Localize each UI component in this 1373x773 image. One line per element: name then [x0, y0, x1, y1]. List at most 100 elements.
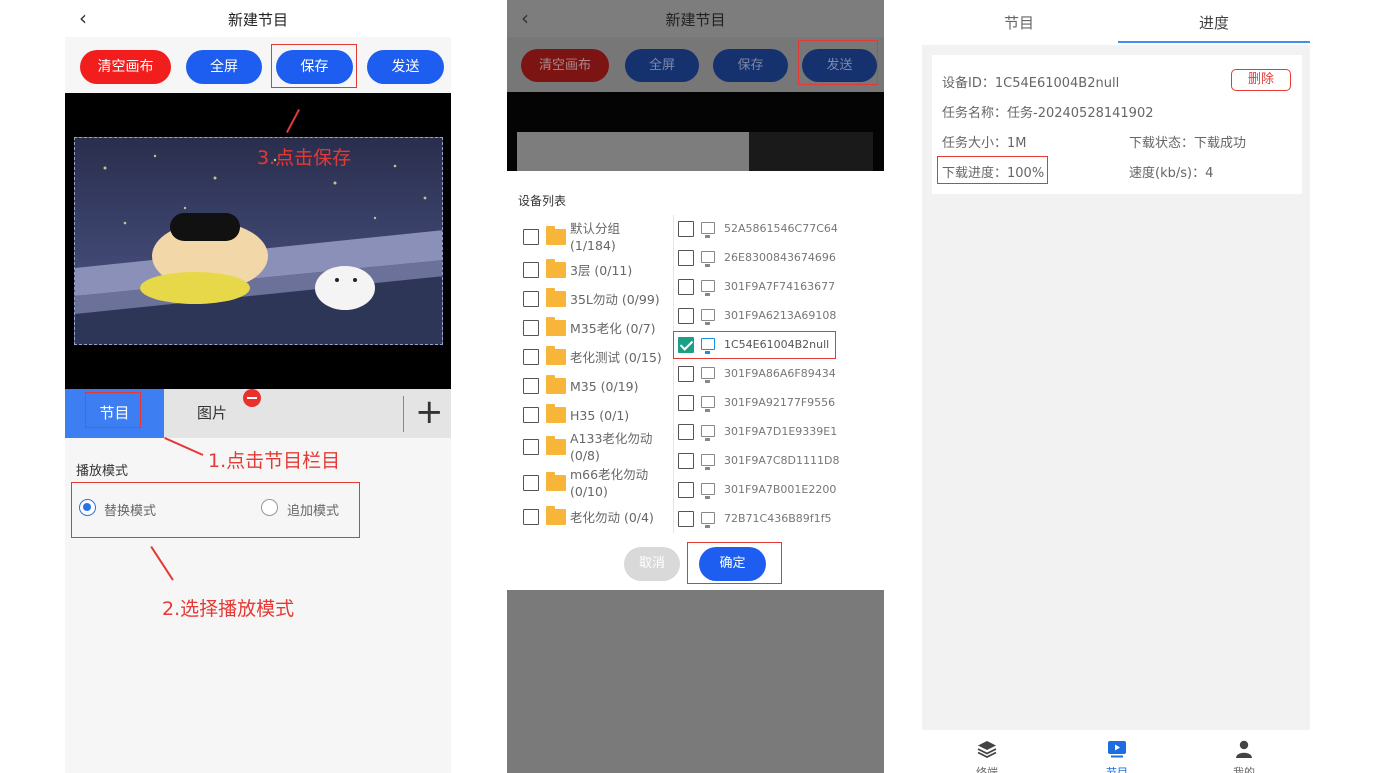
group-label[interactable]: 默认分组 (1/184) [570, 220, 620, 254]
tab-progress[interactable]: 进度 [1199, 12, 1229, 33]
progress-highlight-box [937, 156, 1048, 184]
nav-terminal[interactable]: 终端 [957, 740, 1017, 773]
device-id[interactable]: 301F9A7C8D1111D8 [724, 454, 839, 467]
device-checkbox[interactable] [678, 250, 694, 266]
device-checkbox[interactable] [678, 279, 694, 295]
device-id[interactable]: 26E8300843674696 [724, 251, 836, 264]
user-icon [1236, 740, 1252, 758]
layers-icon [977, 741, 997, 758]
device-checkbox[interactable] [678, 221, 694, 237]
program-tab-highlight-box [85, 392, 141, 428]
device-id-text: 设备ID：1C54E61004B2null [942, 76, 1120, 91]
device-id[interactable]: 52A5861546C77C64 [724, 222, 838, 235]
delete-button[interactable]: 删除 [1231, 69, 1291, 91]
device-list-dialog: 设备列表 默认分组 (1/184) 3层 (0/11) 35L勿动 (0/99)… [507, 171, 884, 590]
top-bar-dimmed: ‹ 新建节目 [507, 0, 884, 37]
monitor-icon [701, 367, 715, 383]
add-layer-icon[interactable]: + [415, 393, 444, 431]
device-id[interactable]: 301F9A7F74163677 [724, 280, 835, 293]
page-title: 新建节目 [227, 11, 288, 29]
play-mode-highlight-box [71, 482, 360, 538]
group-checkbox[interactable] [523, 320, 539, 336]
device-checkbox[interactable] [678, 366, 694, 382]
nav-program[interactable]: 节目 [1087, 740, 1147, 773]
device-id[interactable]: 301F9A7D1E9339E1 [724, 425, 837, 438]
bottom-navigation: 终端 节目 我的 [922, 730, 1310, 773]
send-button[interactable]: 发送 [367, 50, 444, 84]
top-tab-bar: 节目 进度 [922, 0, 1310, 45]
group-checkbox[interactable] [523, 378, 539, 394]
nav-mine[interactable]: 我的 [1214, 740, 1274, 773]
step1-annotation: 1.点击节目栏目 [208, 450, 341, 472]
device-checkbox[interactable] [678, 308, 694, 324]
task-card: 设备ID：1C54E61004B2null 删除 任务名称：任务-2024052… [932, 55, 1302, 194]
group-checkbox[interactable] [523, 262, 539, 278]
selected-device-highlight-box [673, 331, 836, 359]
dimmed-overlay [507, 590, 884, 773]
clear-canvas-button[interactable]: 清空画布 [80, 50, 171, 84]
device-checkbox[interactable] [678, 424, 694, 440]
folder-icon [546, 288, 566, 307]
device-id[interactable]: 301F9A86A6F89434 [724, 367, 836, 380]
group-checkbox[interactable] [523, 509, 539, 525]
device-checkbox[interactable] [678, 482, 694, 498]
group-checkbox[interactable] [523, 439, 539, 455]
group-label[interactable]: H35 (0/1) [570, 407, 629, 424]
speed-text: 速度(kb/s)：4 [1129, 166, 1214, 181]
group-checkbox[interactable] [523, 229, 539, 245]
folder-icon [546, 404, 566, 423]
step3-annotation: 3.点击保存 [257, 147, 352, 169]
group-label[interactable]: M35老化 (0/7) [570, 320, 656, 337]
group-label[interactable]: m66老化勿动 (0/10) [570, 466, 648, 500]
canvas-thumbnail-dark [749, 132, 873, 171]
group-label[interactable]: M35 (0/19) [570, 378, 639, 395]
group-checkbox[interactable] [523, 349, 539, 365]
group-label[interactable]: A133老化勿动 (0/8) [570, 430, 652, 464]
device-id[interactable]: 72B71C436B89f1f5 [724, 512, 832, 525]
program-canvas[interactable] [65, 93, 451, 389]
page-title: 新建节目 [665, 11, 726, 29]
monitor-icon [701, 396, 715, 412]
cancel-button[interactable]: 取消 [624, 547, 680, 581]
canvas-thumbnail [517, 132, 749, 171]
save-button: 保存 [713, 49, 788, 82]
monitor-icon [701, 280, 715, 296]
monitor-icon [701, 309, 715, 325]
device-checkbox[interactable] [678, 453, 694, 469]
device-id[interactable]: 301F9A6213A69108 [724, 309, 836, 322]
folder-icon [546, 436, 566, 455]
folder-icon [546, 226, 566, 245]
monitor-icon [701, 222, 715, 238]
step2-annotation: 2.选择播放模式 [162, 598, 295, 620]
remove-badge-icon[interactable] [243, 389, 261, 407]
folder-icon [546, 375, 566, 394]
tab-divider [403, 396, 404, 432]
new-program-screen: ‹ 新建节目 清空画布 全屏 保存 发送 节目 图片 + 播放模式 替换模式 追… [65, 0, 451, 773]
send-highlight-box [798, 40, 878, 85]
folder-icon [546, 317, 566, 336]
task-size-text: 任务大小：1M [942, 136, 1027, 151]
group-checkbox[interactable] [523, 475, 539, 491]
action-button-row: 清空画布 全屏 保存 发送 [65, 37, 451, 93]
group-checkbox[interactable] [523, 407, 539, 423]
tab-program[interactable]: 节目 [1004, 12, 1034, 33]
fullscreen-button: 全屏 [625, 49, 699, 82]
group-label[interactable]: 35L勿动 (0/99) [570, 291, 660, 308]
program-canvas-dimmed [507, 92, 884, 171]
group-checkbox[interactable] [523, 291, 539, 307]
group-label[interactable]: 3层 (0/11) [570, 262, 632, 279]
group-label[interactable]: 老化勿动 (0/4) [570, 509, 654, 526]
fullscreen-button[interactable]: 全屏 [186, 50, 262, 84]
device-checkbox[interactable] [678, 395, 694, 411]
save-highlight-box [271, 44, 357, 88]
play-screen-icon [1108, 741, 1126, 758]
top-bar: ‹ 新建节目 [65, 0, 451, 37]
device-id[interactable]: 301F9A92177F9556 [724, 396, 835, 409]
play-mode-label: 播放模式 [76, 464, 129, 479]
tab-image[interactable]: 图片 [197, 389, 227, 438]
device-id[interactable]: 301F9A7B001E2200 [724, 483, 836, 496]
device-list-title: 设备列表 [518, 194, 567, 208]
group-label[interactable]: 老化测试 (0/15) [570, 349, 662, 366]
folder-icon [546, 259, 566, 278]
device-checkbox[interactable] [678, 511, 694, 527]
